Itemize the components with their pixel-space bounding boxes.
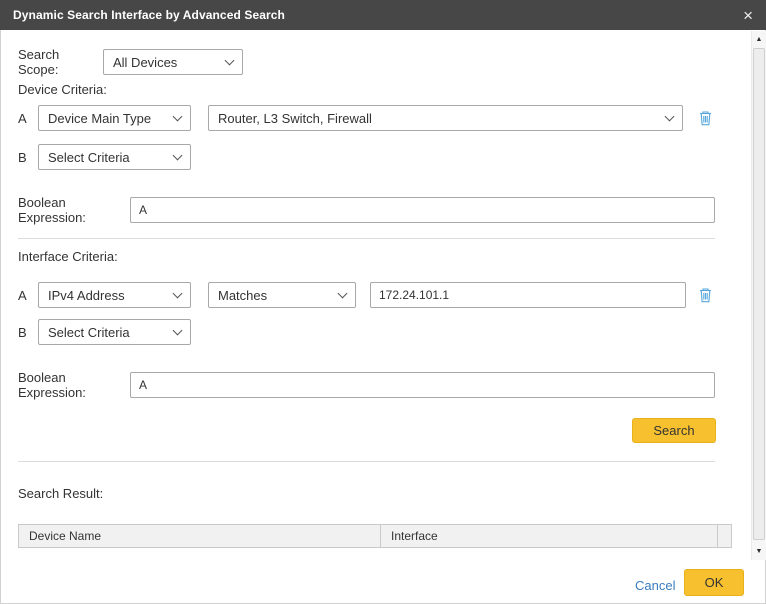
device-row-a-label: A bbox=[18, 111, 38, 126]
search-scope-value: All Devices bbox=[113, 55, 177, 70]
results-header-spacer bbox=[718, 525, 731, 547]
chevron-down-icon bbox=[338, 288, 348, 298]
interface-boolean-row: Boolean Expression: bbox=[18, 370, 715, 400]
interface-row-b-select[interactable]: Select Criteria bbox=[38, 319, 191, 345]
search-button[interactable]: Search bbox=[632, 418, 716, 443]
device-criteria-row-b: B Select Criteria bbox=[18, 144, 191, 170]
interface-row-a-delete-button[interactable] bbox=[698, 287, 713, 303]
interface-boolean-label: Boolean Expression: bbox=[18, 370, 130, 400]
interface-boolean-input[interactable] bbox=[130, 372, 715, 398]
interface-criteria-row-a: A IPv4 Address Matches bbox=[18, 282, 713, 308]
results-table-header: Device Name Interface bbox=[19, 525, 731, 547]
section-divider bbox=[18, 238, 715, 239]
search-scope-label: Search Scope: bbox=[18, 47, 103, 77]
trash-icon bbox=[698, 287, 713, 303]
device-row-b-select[interactable]: Select Criteria bbox=[38, 144, 191, 170]
device-criteria-label: Device Criteria: bbox=[18, 82, 107, 97]
trash-icon bbox=[698, 110, 713, 126]
device-row-b-label: B bbox=[18, 150, 38, 165]
close-icon[interactable]: × bbox=[743, 7, 753, 24]
device-row-b-value: Select Criteria bbox=[48, 150, 130, 165]
results-table: Device Name Interface bbox=[18, 524, 732, 548]
results-header-interface: Interface bbox=[381, 525, 718, 547]
interface-row-a-label: A bbox=[18, 288, 38, 303]
chevron-down-icon bbox=[665, 111, 675, 121]
dialog-titlebar: Dynamic Search Interface by Advanced Sea… bbox=[0, 0, 766, 30]
section-divider bbox=[18, 461, 715, 462]
interface-row-b-value: Select Criteria bbox=[48, 325, 130, 340]
scroll-thumb[interactable] bbox=[753, 48, 765, 540]
scrollbar[interactable]: ▲ ▼ bbox=[751, 31, 766, 560]
cancel-link[interactable]: Cancel bbox=[635, 578, 675, 593]
search-scope-row: Search Scope: All Devices bbox=[18, 47, 243, 77]
device-type-select[interactable]: Device Main Type bbox=[38, 105, 191, 131]
device-value-select[interactable]: Router, L3 Switch, Firewall bbox=[208, 105, 683, 131]
dialog-title: Dynamic Search Interface by Advanced Sea… bbox=[13, 8, 285, 22]
chevron-down-icon bbox=[173, 111, 183, 121]
results-header-device-name: Device Name bbox=[19, 525, 381, 547]
interface-operator-value: Matches bbox=[218, 288, 267, 303]
chevron-down-icon bbox=[173, 150, 183, 160]
device-boolean-row: Boolean Expression: bbox=[18, 195, 715, 225]
device-type-value: Device Main Type bbox=[48, 111, 151, 126]
chevron-down-icon bbox=[173, 288, 183, 298]
device-boolean-input[interactable] bbox=[130, 197, 715, 223]
chevron-down-icon bbox=[173, 325, 183, 335]
interface-type-value: IPv4 Address bbox=[48, 288, 125, 303]
device-value-text: Router, L3 Switch, Firewall bbox=[218, 111, 372, 126]
interface-value-input[interactable] bbox=[370, 282, 686, 308]
device-row-a-delete-button[interactable] bbox=[698, 110, 713, 126]
interface-criteria-label: Interface Criteria: bbox=[18, 249, 118, 264]
interface-operator-select[interactable]: Matches bbox=[208, 282, 356, 308]
scroll-down-button[interactable]: ▼ bbox=[752, 544, 766, 559]
scroll-up-button[interactable]: ▲ bbox=[752, 32, 766, 47]
device-boolean-label: Boolean Expression: bbox=[18, 195, 130, 225]
ok-button[interactable]: OK bbox=[684, 569, 744, 596]
device-criteria-row-a: A Device Main Type Router, L3 Switch, Fi… bbox=[18, 105, 713, 131]
interface-type-select[interactable]: IPv4 Address bbox=[38, 282, 191, 308]
interface-criteria-row-b: B Select Criteria bbox=[18, 319, 191, 345]
search-result-label: Search Result: bbox=[18, 486, 103, 501]
interface-row-b-label: B bbox=[18, 325, 38, 340]
chevron-down-icon bbox=[225, 55, 235, 65]
search-scope-select[interactable]: All Devices bbox=[103, 49, 243, 75]
